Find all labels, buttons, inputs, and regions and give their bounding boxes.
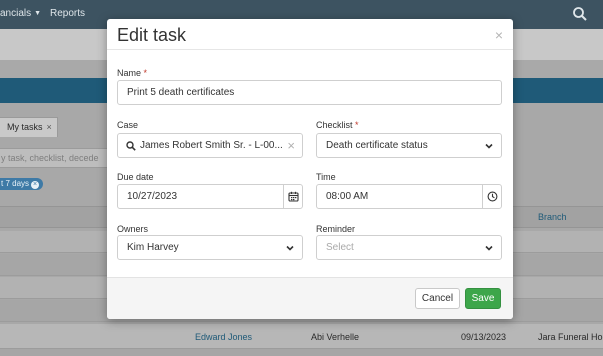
caret-down-icon: ▼ <box>34 10 42 17</box>
name-value: Print 5 death certificates <box>127 87 235 98</box>
tab-label: My tasks <box>7 122 43 132</box>
case-value: James Robert Smith Sr. - L-00... <box>140 140 283 151</box>
filter-chip[interactable]: t 7 days × <box>0 178 44 190</box>
due-date-label: Due date <box>117 172 154 182</box>
save-button[interactable]: Save <box>465 288 501 309</box>
nav-reports[interactable]: Reports <box>50 8 85 19</box>
reminder-select[interactable]: Select <box>316 235 502 260</box>
clear-icon[interactable]: × <box>287 138 295 153</box>
time-value: 08:00 AM <box>326 191 369 202</box>
time-input[interactable]: 08:00 AM <box>316 184 502 209</box>
case-label: Case <box>117 120 139 130</box>
checklist-label: Checklist * <box>316 120 359 130</box>
chevron-down-icon <box>485 143 493 149</box>
row-assignee: Abi Verhelle <box>311 332 360 342</box>
row-name-link[interactable]: Edward Jones <box>195 332 252 342</box>
name-input[interactable]: Print 5 death certificates <box>117 80 502 105</box>
case-select[interactable]: James Robert Smith Sr. - L-00... × <box>117 133 303 158</box>
modal-footer: Cancel Save <box>107 277 513 319</box>
required-marker: * <box>355 120 359 130</box>
table-row[interactable]: Edward Jones Abi Verhelle 09/13/2023 Jar… <box>0 324 603 349</box>
page-bottom <box>0 349 603 356</box>
owners-select[interactable]: Kim Harvey <box>117 235 303 260</box>
modal-header: Edit task × <box>107 19 513 50</box>
reminder-label: Reminder <box>316 224 356 234</box>
edit-task-modal: Edit task × Name * Print 5 death certifi… <box>107 19 513 319</box>
clock-button[interactable] <box>482 185 501 208</box>
due-date-input[interactable]: 10/27/2023 <box>117 184 303 209</box>
checklist-select[interactable]: Death certificate status <box>316 133 502 158</box>
time-label: Time <box>316 172 336 182</box>
search-icon <box>126 141 136 151</box>
cancel-button[interactable]: Cancel <box>415 288 460 309</box>
owners-value: Kim Harvey <box>127 242 179 253</box>
column-header-branch[interactable]: Branch <box>538 212 567 222</box>
reminder-placeholder: Select <box>326 242 354 253</box>
chevron-down-icon <box>286 245 294 251</box>
nav-financials[interactable]: ancials ▼ <box>0 8 41 19</box>
search-icon[interactable] <box>572 6 588 22</box>
name-label: Name * <box>117 68 148 78</box>
close-icon[interactable]: × <box>495 27 503 43</box>
close-icon[interactable]: × <box>31 181 40 189</box>
owners-label: Owners <box>117 224 149 234</box>
task-search-input[interactable]: y task, checklist, decede <box>0 148 115 168</box>
due-date-value: 10/27/2023 <box>127 191 178 202</box>
row-date: 09/13/2023 <box>461 332 507 342</box>
tab-my-tasks[interactable]: My tasks × <box>0 117 58 137</box>
calendar-button[interactable] <box>283 185 302 208</box>
modal-title: Edit task <box>117 25 187 45</box>
checklist-value: Death certificate status <box>326 140 428 151</box>
clock-icon <box>487 191 498 202</box>
calendar-icon <box>288 191 299 202</box>
filter-chip-label: t 7 days <box>1 179 30 188</box>
row-branch: Jara Funeral Hom <box>538 332 603 342</box>
chevron-down-icon <box>485 245 493 251</box>
close-icon[interactable]: × <box>47 122 52 132</box>
required-marker: * <box>143 68 148 78</box>
